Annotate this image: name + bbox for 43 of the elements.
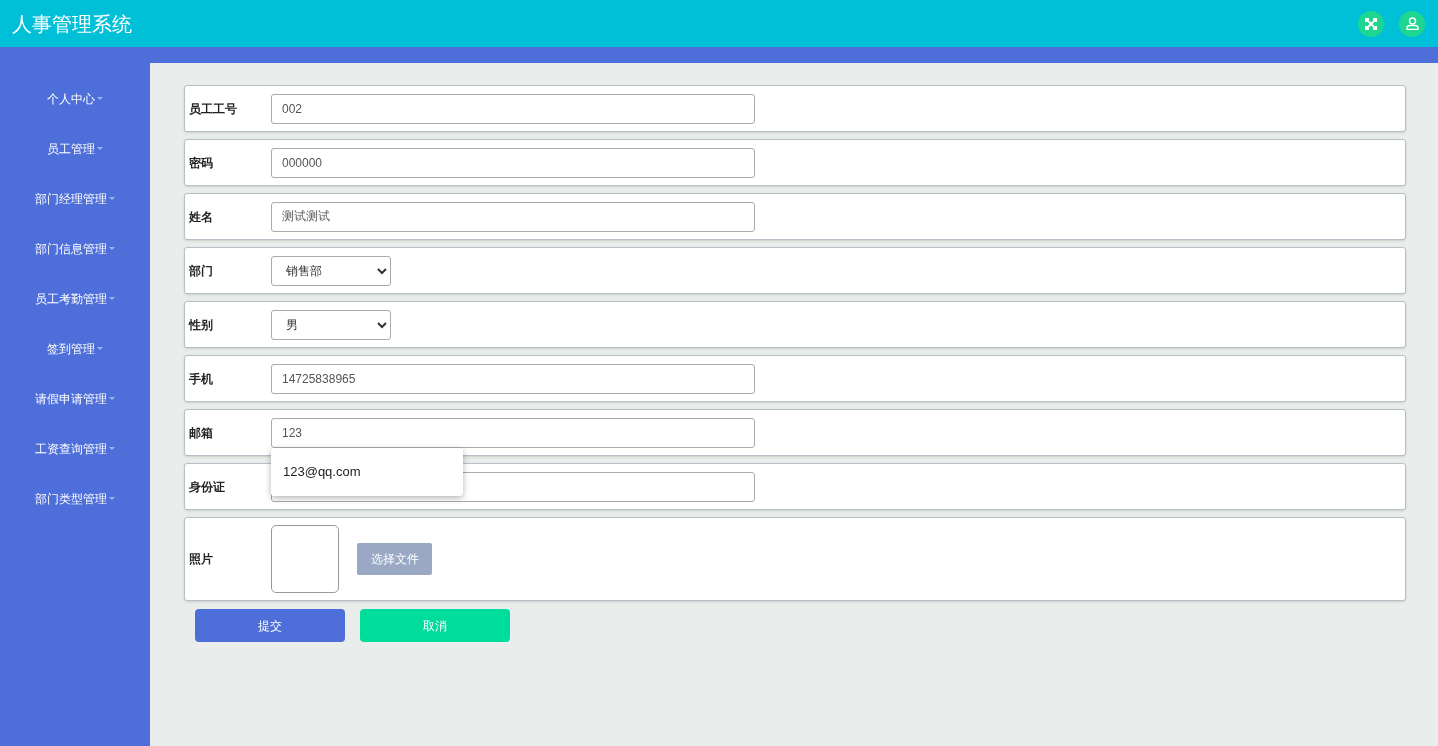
- sidebar-menu-item[interactable]: 签到管理: [0, 324, 150, 374]
- field-label: 姓名: [189, 208, 214, 226]
- autocomplete-option[interactable]: 123@qq.com: [271, 457, 463, 487]
- app-title: 人事管理系统: [12, 11, 133, 37]
- caret-icon: [109, 447, 115, 451]
- sidebar-menu-item[interactable]: 工资查询管理: [0, 424, 150, 474]
- input-field[interactable]: 002: [271, 93, 755, 124]
- submit-button[interactable]: 提交: [195, 609, 345, 642]
- sidebar-menu-item[interactable]: 请假申请管理: [0, 374, 150, 424]
- input-field[interactable]: 测试测试: [271, 201, 755, 232]
- caret-icon: [97, 347, 103, 351]
- field-label: 员工工号: [189, 100, 238, 118]
- sidebar-menu-item[interactable]: 部门类型管理: [0, 474, 150, 524]
- caret-icon: [109, 397, 115, 401]
- sidebar-menu-item[interactable]: 部门信息管理: [0, 224, 150, 274]
- choose-file-button[interactable]: 选择文件: [357, 543, 432, 575]
- field-label: 照片: [189, 551, 214, 568]
- user-icon: [1405, 17, 1419, 30]
- field-label: 邮箱: [189, 424, 214, 442]
- caret-icon: [97, 97, 103, 101]
- user-button[interactable]: [1399, 10, 1425, 37]
- caret-icon: [97, 147, 103, 151]
- image-placeholder: [271, 525, 339, 593]
- field-label: 手机: [189, 370, 214, 388]
- sidebar-menu-item[interactable]: 员工管理: [0, 124, 150, 174]
- field-label: 身份证: [189, 478, 226, 496]
- sidebar-menu-item[interactable]: 员工考勤管理: [0, 274, 150, 324]
- select-field[interactable]: 男: [271, 309, 391, 340]
- caret-icon: [109, 497, 115, 501]
- sidebar-menu-item[interactable]: 个人中心: [0, 74, 150, 124]
- input-field[interactable]: 14725838965: [271, 363, 755, 394]
- caret-icon: [109, 197, 115, 201]
- fullscreen-button[interactable]: [1358, 10, 1384, 37]
- select-field[interactable]: 销售部: [271, 255, 391, 286]
- input-field[interactable]: 000000: [271, 147, 755, 178]
- expand-icon: [1365, 17, 1377, 30]
- caret-icon: [109, 247, 115, 251]
- sidebar-menu-item[interactable]: 部门经理管理: [0, 174, 150, 224]
- field-label: 部门: [189, 262, 214, 280]
- caret-icon: [109, 297, 115, 301]
- field-label: 性别: [189, 316, 214, 334]
- input-field[interactable]: 123: [271, 417, 755, 448]
- field-label: 密码: [189, 154, 214, 172]
